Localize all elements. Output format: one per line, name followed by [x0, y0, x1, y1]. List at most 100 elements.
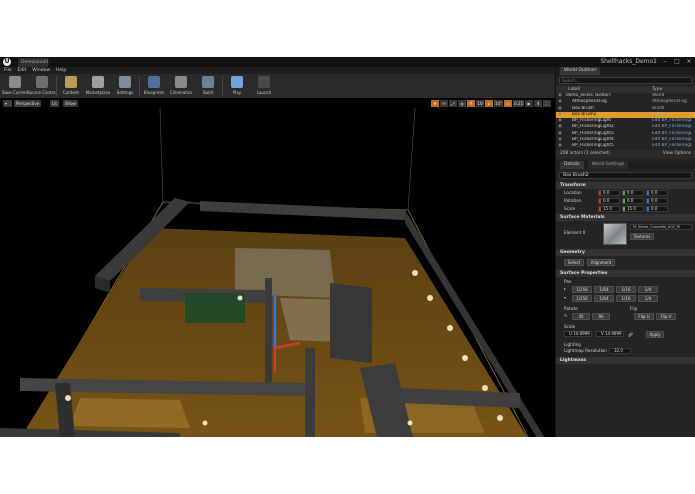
world-local-icon[interactable]: ◍	[458, 100, 466, 107]
settings-icon	[119, 76, 131, 88]
lock-scale-icon[interactable]: 🔗	[628, 332, 644, 337]
lit-mode-button[interactable]: Lit	[50, 100, 59, 107]
show-flags-button[interactable]: Show	[63, 100, 78, 107]
world-outliner-tab[interactable]: World Outliner	[560, 67, 601, 75]
viewport-scene[interactable]	[0, 98, 555, 437]
pan-v-256-button[interactable]: 1/256	[572, 294, 592, 302]
rotate-90-button[interactable]: 90	[592, 312, 610, 320]
perspective-button[interactable]: Perspective	[14, 100, 42, 107]
lightmap-resolution-field[interactable]: 32.0	[609, 347, 631, 354]
outliner-search-input[interactable]: Search...	[559, 77, 692, 84]
pan-u-4-button[interactable]: 1/4	[638, 285, 658, 293]
source-control-icon	[36, 76, 48, 88]
rotate-tool-icon[interactable]: ⟳	[440, 100, 448, 107]
rotation-x-field[interactable]: 0.0	[598, 197, 620, 204]
scale-snap-icon[interactable]: ⇲	[504, 100, 513, 107]
unreal-editor-window: U DemoLevel1 Shellhacks_Demo1 – □ × File…	[0, 57, 695, 437]
flip-v-button[interactable]: Flip V	[656, 312, 676, 320]
level-document-tab[interactable]: DemoLevel1	[18, 58, 49, 67]
details-tab[interactable]: Details	[560, 160, 584, 169]
flip-u-button[interactable]: Flip U	[634, 312, 654, 320]
transform-section-header[interactable]: Transform	[556, 181, 695, 189]
pan-u-256-button[interactable]: 1/256	[572, 285, 592, 293]
save-current-icon	[9, 76, 21, 88]
rotate-label: Rotate	[564, 305, 578, 311]
rotation-label: Rotation	[564, 198, 582, 204]
geometry-buttons: Select Alignment	[556, 256, 695, 269]
selected-actor-name-field[interactable]: Box Brush2	[559, 171, 692, 179]
material-thumbnail[interactable]	[603, 222, 627, 245]
location-y-field[interactable]: 0.0	[622, 189, 644, 196]
level-viewport[interactable]: ▾ Perspective Lit Show ✥ ⟳ ⤢ ◍ # 10 ∠ 10…	[0, 98, 555, 437]
location-z-field[interactable]: 0.0	[646, 189, 668, 196]
play-button-label: Play	[232, 90, 242, 95]
close-icon[interactable]: ×	[685, 58, 693, 65]
menu-window[interactable]: Window	[32, 67, 50, 74]
material-picker[interactable]: M_Stone_Concrete_002_M	[630, 223, 692, 230]
pan-v-4-button[interactable]: 1/4	[638, 294, 658, 302]
outliner-list: ◉ demo_level1 (Editor) World ◉ AtmosphericFo…	[556, 93, 695, 150]
toolbar-separator	[56, 76, 57, 96]
camera-speed-value[interactable]: 4	[534, 100, 542, 107]
grid-snap-icon[interactable]: #	[467, 100, 475, 107]
rotation-z-field[interactable]: 0.0	[646, 197, 668, 204]
menu-file[interactable]: File	[4, 67, 12, 74]
menu-edit[interactable]: Edit	[18, 67, 27, 74]
outliner-col-label[interactable]: Label	[556, 86, 652, 93]
view-options-button[interactable]: View Options	[663, 150, 691, 158]
rotate-45-button[interactable]: 45	[572, 312, 590, 320]
grid-snap-value[interactable]: 10	[476, 100, 484, 107]
actor-count: 208 actors (1 selected)	[560, 150, 610, 156]
blueprints-button[interactable]: Blueprints	[141, 74, 167, 98]
maximize-icon[interactable]: □	[673, 58, 681, 65]
scale-y-field[interactable]: 15.0	[622, 205, 644, 212]
settings-button[interactable]: Settings	[112, 74, 138, 98]
play-icon	[231, 76, 243, 88]
marketplace-button[interactable]: Marketplace	[85, 74, 111, 98]
pan-v-16-button[interactable]: 1/16	[616, 294, 636, 302]
scale-x-field[interactable]: 15.0	[598, 205, 620, 212]
surface-properties-section-header[interactable]: Surface Properties	[556, 269, 695, 277]
location-label: Location	[564, 190, 582, 196]
geometry-section-header[interactable]: Geometry	[556, 248, 695, 256]
save-current-button-label: Save Current	[1, 90, 29, 95]
cinematics-button[interactable]: Cinematics	[168, 74, 194, 98]
apply-scale-button[interactable]: Apply	[646, 330, 664, 338]
rotation-y-field[interactable]: 0.0	[622, 197, 644, 204]
minimize-icon[interactable]: –	[661, 58, 669, 65]
play-button[interactable]: Play	[224, 74, 250, 98]
unreal-logo-icon[interactable]: U	[3, 58, 11, 66]
pan-v-64-button[interactable]: 1/64	[594, 294, 614, 302]
menu-help[interactable]: Help	[56, 67, 66, 74]
pan-u-16-button[interactable]: 1/16	[616, 285, 636, 293]
geometry-select-button[interactable]: Select	[564, 258, 584, 266]
pan-u-64-button[interactable]: 1/64	[594, 285, 614, 293]
source-control-button[interactable]: Source Control	[27, 74, 57, 98]
rotation-snap-icon[interactable]: ∠	[485, 100, 493, 107]
save-current-button[interactable]: Save Current	[2, 74, 28, 98]
textures-button[interactable]: Textures	[630, 232, 654, 240]
geometry-alignment-button[interactable]: Alignment	[587, 258, 615, 266]
outliner-col-type[interactable]: Type	[652, 86, 662, 93]
surface-scale-u-field[interactable]: U 14.9999	[564, 331, 592, 338]
translate-tool-icon[interactable]: ✥	[431, 100, 439, 107]
location-x-field[interactable]: 0.0	[598, 189, 620, 196]
content-button[interactable]: Content	[58, 74, 84, 98]
launch-button[interactable]: Launch	[251, 74, 277, 98]
scale-tool-icon[interactable]: ⤢	[449, 100, 457, 107]
build-button[interactable]: Build	[195, 74, 221, 98]
blueprints-button-label: Blueprints	[143, 90, 165, 95]
viewport-options-icon[interactable]: ▾	[3, 100, 12, 107]
maximize-viewport-icon[interactable]: ⛶	[543, 100, 551, 107]
lightmap-resolution-row: Lightmap Resolution 32.0	[556, 347, 695, 354]
scale-snap-value[interactable]: 0.25	[513, 100, 524, 107]
scale-z-field[interactable]: 0.0	[646, 205, 668, 212]
lightmass-section-header[interactable]: Lightmass	[556, 356, 695, 364]
pan-u-row: ▸ 1/256 1/64 1/16 1/4	[556, 284, 695, 293]
lightmap-resolution-label: Lightmap Resolution	[564, 348, 607, 354]
rotation-snap-value[interactable]: 10°	[494, 100, 504, 107]
surface-scale-v-field[interactable]: V 14.9999	[596, 331, 624, 338]
surface-materials-section-header[interactable]: Surface Materials	[556, 213, 695, 221]
camera-speed-icon[interactable]: ▶	[525, 100, 533, 107]
world-settings-tab[interactable]: World Settings	[587, 160, 629, 169]
